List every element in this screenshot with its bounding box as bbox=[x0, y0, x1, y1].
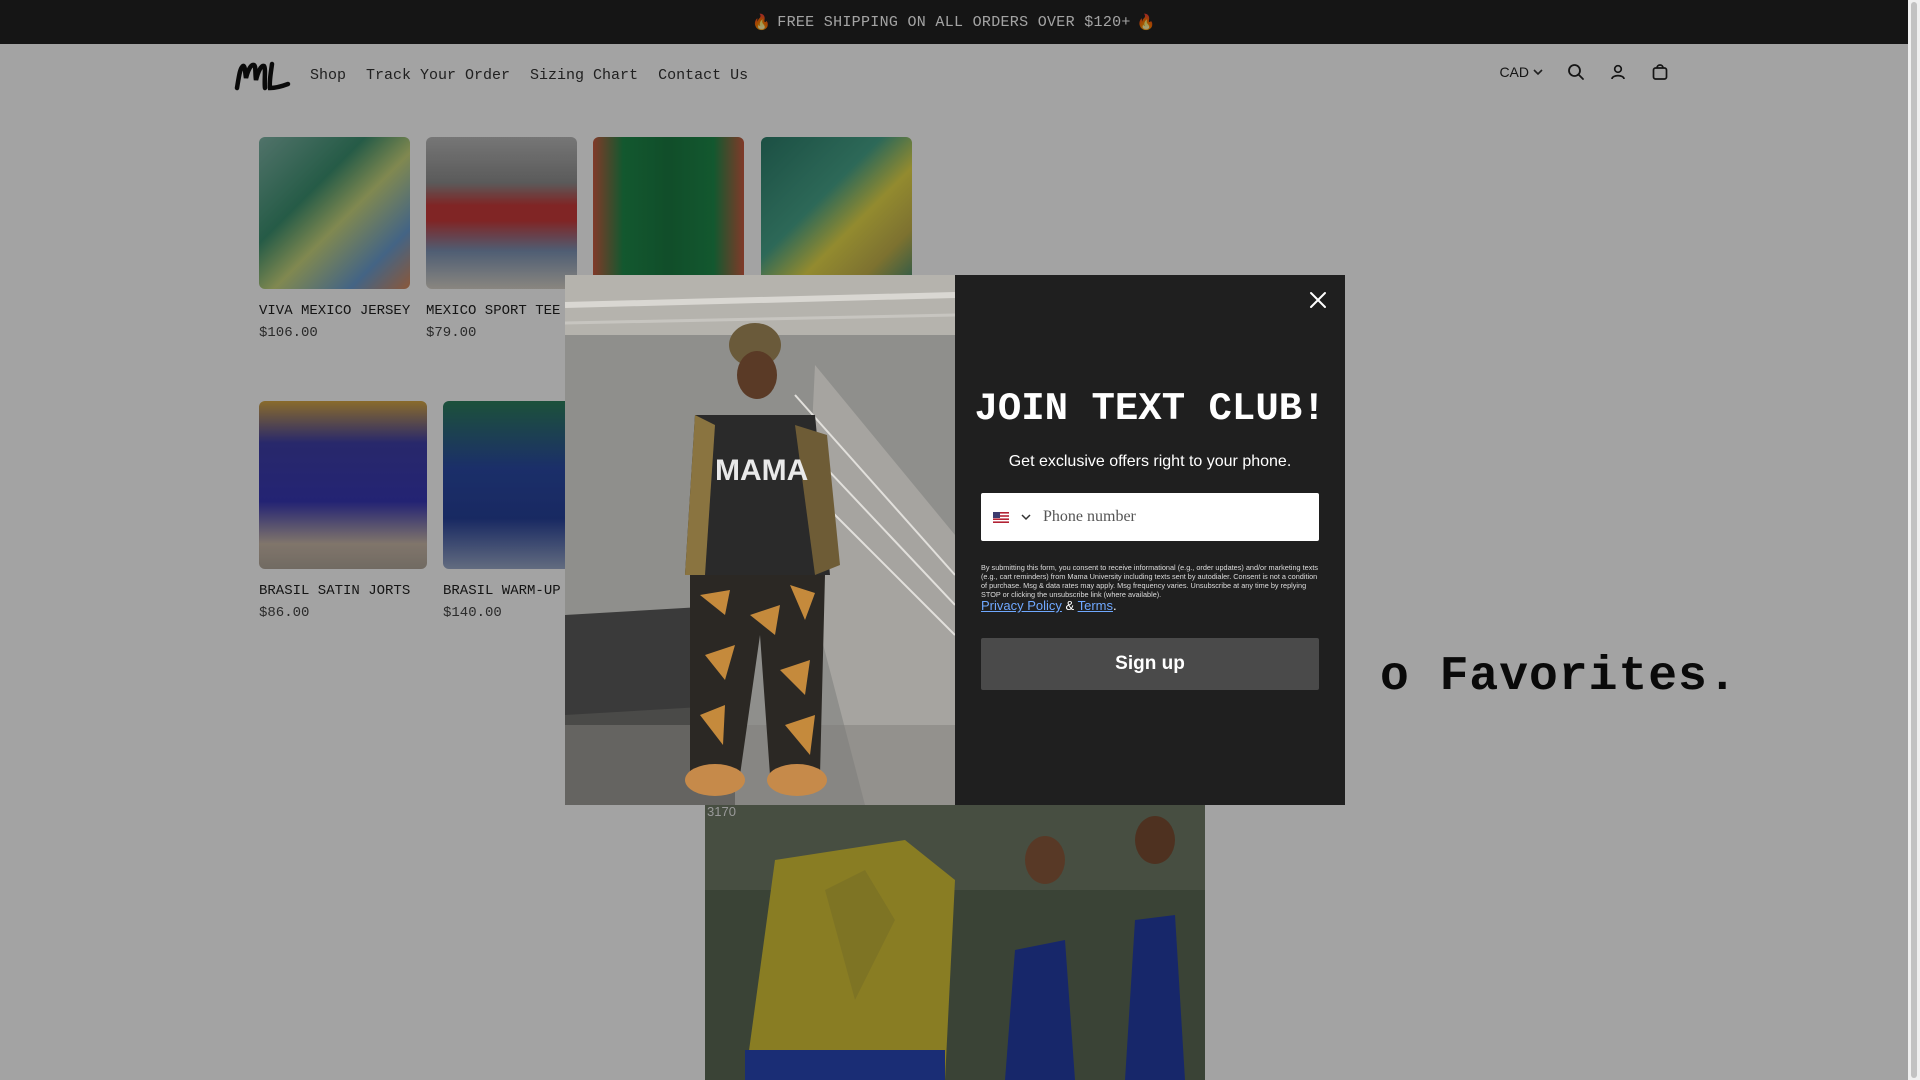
modal-title: JOIN TEXT CLUB! bbox=[974, 387, 1326, 431]
privacy-policy-link[interactable]: Privacy Policy bbox=[981, 598, 1062, 613]
signup-button[interactable]: Sign up bbox=[981, 638, 1319, 690]
phone-input[interactable] bbox=[1041, 507, 1285, 527]
modal-photo: MAMA bbox=[565, 275, 955, 805]
close-icon[interactable] bbox=[1305, 287, 1331, 313]
phone-field bbox=[981, 493, 1319, 541]
scrollbar-thumb[interactable] bbox=[1911, 2, 1917, 1078]
page-scrollbar[interactable] bbox=[1908, 0, 1920, 1080]
storefront-page: 🔥 FREE SHIPPING ON ALL ORDERS OVER $120+… bbox=[0, 0, 1920, 1080]
shirt-print: MAMA bbox=[715, 454, 808, 487]
modal-subtitle: Get exclusive offers right to your phone… bbox=[1008, 453, 1292, 470]
chevron-down-icon[interactable] bbox=[1019, 510, 1033, 524]
consent-text: By submitting this form, you consent to … bbox=[981, 563, 1319, 599]
us-flag-icon[interactable] bbox=[993, 511, 1009, 523]
legal-links: Privacy Policy & Terms. bbox=[981, 598, 1117, 613]
text-club-modal: MAMA JOIN TEXT CLUB! Get exclusive offer… bbox=[565, 275, 1345, 805]
terms-link[interactable]: Terms bbox=[1078, 598, 1113, 613]
links-period: . bbox=[1113, 598, 1117, 613]
links-separator: & bbox=[1065, 598, 1075, 613]
modal-form-panel: JOIN TEXT CLUB! Get exclusive offers rig… bbox=[955, 275, 1345, 805]
